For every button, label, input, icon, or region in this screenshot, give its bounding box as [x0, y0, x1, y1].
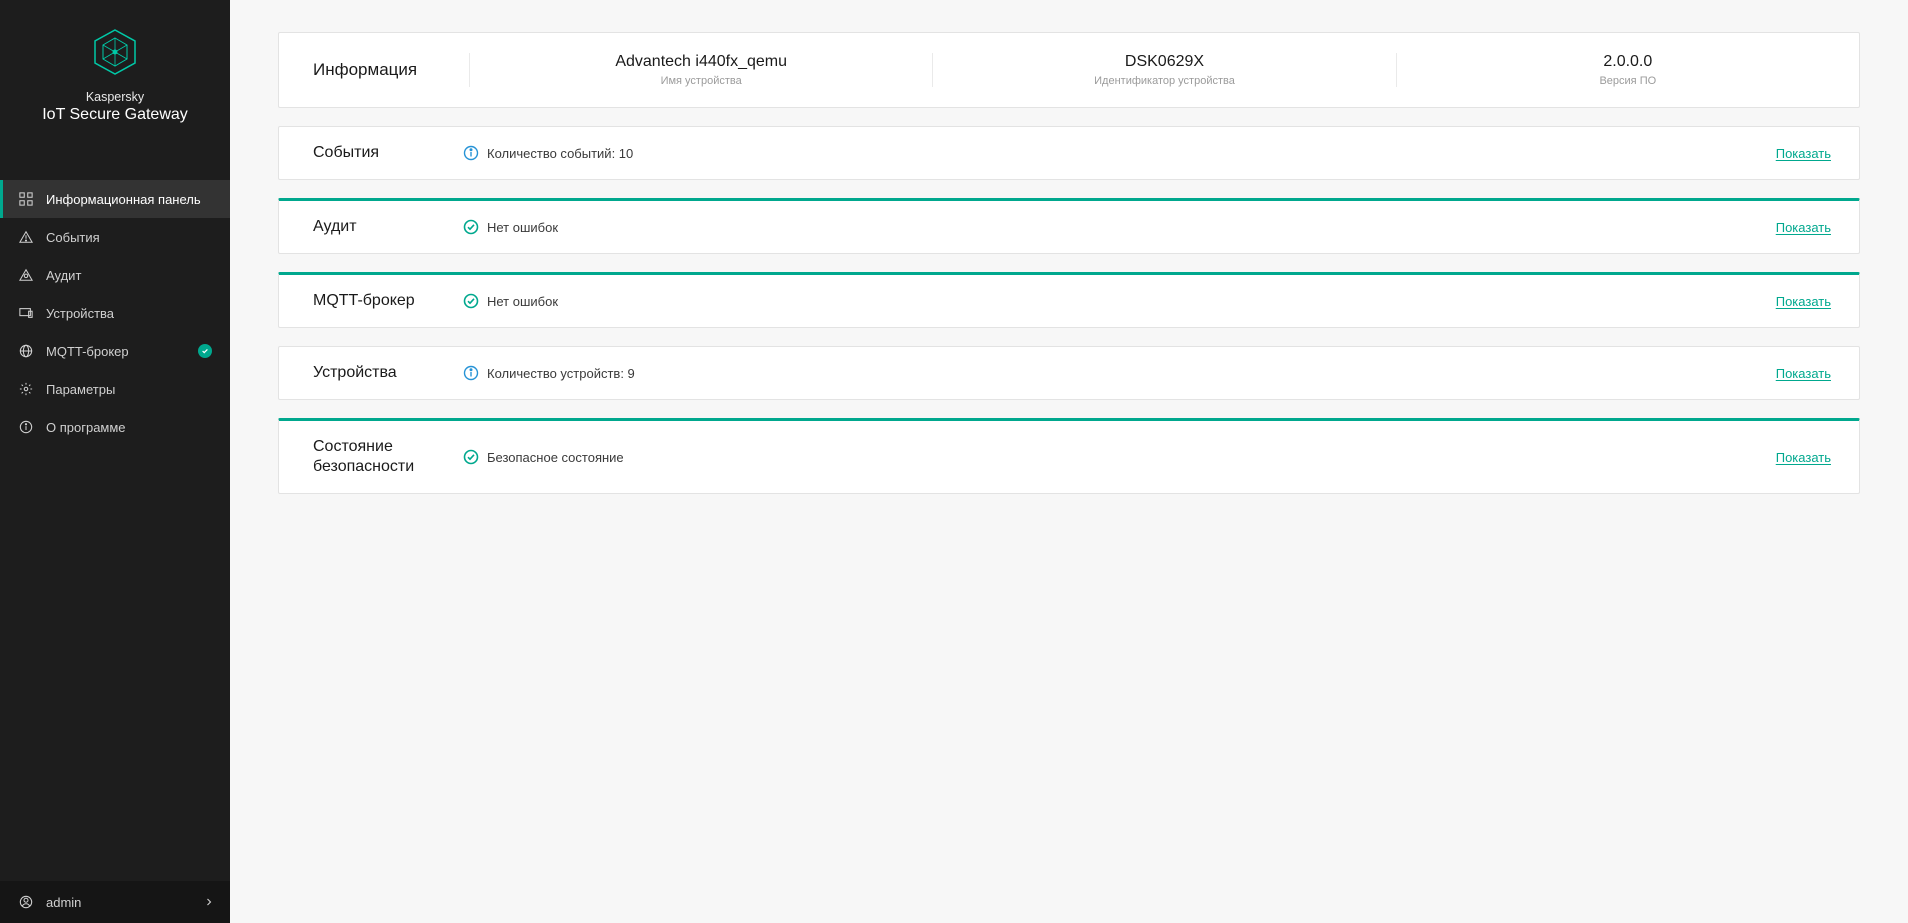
card-text: Количество событий: 10	[487, 146, 633, 161]
globe-icon	[18, 343, 34, 359]
info-value: DSK0629X	[953, 53, 1375, 71]
sidebar-item-label: Аудит	[46, 268, 81, 283]
card-text: Нет ошибок	[487, 294, 558, 309]
card-title: Состояние безопасности	[313, 437, 463, 477]
card-body: Нет ошибок	[463, 219, 1776, 235]
card-title: Аудит	[313, 217, 463, 237]
sidebar-item-dashboard[interactable]: Информационная панель	[0, 180, 230, 218]
user-icon	[18, 894, 34, 910]
sidebar-item-label: Информационная панель	[46, 192, 201, 207]
gear-icon	[18, 381, 34, 397]
sidebar-item-settings[interactable]: Параметры	[0, 370, 230, 408]
info-label: Имя устройства	[490, 75, 912, 87]
audit-icon	[18, 267, 34, 283]
info-device-name: Advantech i440fx_qemu Имя устройства	[469, 53, 932, 87]
show-link[interactable]: Показать	[1776, 294, 1831, 309]
card-body: Количество событий: 10	[463, 145, 1776, 161]
check-circle-icon	[463, 293, 479, 309]
brand-name-line1: Kaspersky	[0, 90, 230, 104]
sidebar-item-label: MQTT-брокер	[46, 344, 129, 359]
check-circle-icon	[463, 449, 479, 465]
sidebar-item-label: События	[46, 230, 100, 245]
dashboard-icon	[18, 191, 34, 207]
sidebar-nav: Информационная панель События	[0, 150, 230, 881]
warning-icon	[18, 229, 34, 245]
sidebar-item-events[interactable]: События	[0, 218, 230, 256]
info-value: 2.0.0.0	[1417, 53, 1839, 71]
brand-block: Kaspersky IoT Secure Gateway	[0, 0, 230, 150]
card-title: MQTT-брокер	[313, 291, 463, 311]
security-card: Состояние безопасности Безопасное состоя…	[278, 418, 1860, 494]
sidebar-item-audit[interactable]: Аудит	[0, 256, 230, 294]
info-card: Информация Advantech i440fx_qemu Имя уст…	[278, 32, 1860, 108]
info-circle-icon	[463, 145, 479, 161]
info-label: Идентификатор устройства	[953, 75, 1375, 87]
card-title: События	[313, 143, 463, 163]
sidebar-item-mqtt[interactable]: MQTT-брокер	[0, 332, 230, 370]
info-value: Advantech i440fx_qemu	[490, 53, 912, 71]
app-root: Kaspersky IoT Secure Gateway Информацион…	[0, 0, 1908, 923]
info-icon	[18, 419, 34, 435]
chevron-right-icon	[206, 895, 212, 910]
card-title: Устройства	[313, 363, 463, 383]
mqtt-card: MQTT-брокер Нет ошибок Показать	[278, 272, 1860, 328]
card-text: Безопасное состояние	[487, 450, 624, 465]
sidebar-item-devices[interactable]: Устройства	[0, 294, 230, 332]
card-body: Безопасное состояние	[463, 449, 1776, 465]
show-link[interactable]: Показать	[1776, 366, 1831, 381]
show-link[interactable]: Показать	[1776, 146, 1831, 161]
sidebar-item-about[interactable]: О программе	[0, 408, 230, 446]
card-body: Количество устройств: 9	[463, 365, 1776, 381]
brand-name-line2: IoT Secure Gateway	[0, 106, 230, 124]
audit-card: Аудит Нет ошибок Показать	[278, 198, 1860, 254]
info-device-id: DSK0629X Идентификатор устройства	[932, 53, 1395, 87]
info-version: 2.0.0.0 Версия ПО	[1396, 53, 1859, 87]
show-link[interactable]: Показать	[1776, 220, 1831, 235]
info-circle-icon	[463, 365, 479, 381]
info-label: Версия ПО	[1417, 75, 1839, 87]
check-circle-icon	[463, 219, 479, 235]
events-card: События Количество событий: 10 Показать	[278, 126, 1860, 180]
card-text: Количество устройств: 9	[487, 366, 635, 381]
devices-icon	[18, 305, 34, 321]
user-menu[interactable]: admin	[0, 881, 230, 923]
sidebar-item-label: Устройства	[46, 306, 114, 321]
info-heading-cell: Информация	[279, 60, 469, 80]
main-content: Информация Advantech i440fx_qemu Имя уст…	[230, 0, 1908, 923]
sidebar-item-label: Параметры	[46, 382, 115, 397]
sidebar-item-label: О программе	[46, 420, 126, 435]
card-text: Нет ошибок	[487, 220, 558, 235]
user-name: admin	[46, 895, 81, 910]
brand-logo-icon	[91, 28, 139, 76]
show-link[interactable]: Показать	[1776, 450, 1831, 465]
card-body: Нет ошибок	[463, 293, 1776, 309]
info-heading: Информация	[313, 60, 449, 80]
sidebar: Kaspersky IoT Secure Gateway Информацион…	[0, 0, 230, 923]
status-ok-icon	[198, 344, 212, 358]
devices-card: Устройства Количество устройств: 9 Показ…	[278, 346, 1860, 400]
